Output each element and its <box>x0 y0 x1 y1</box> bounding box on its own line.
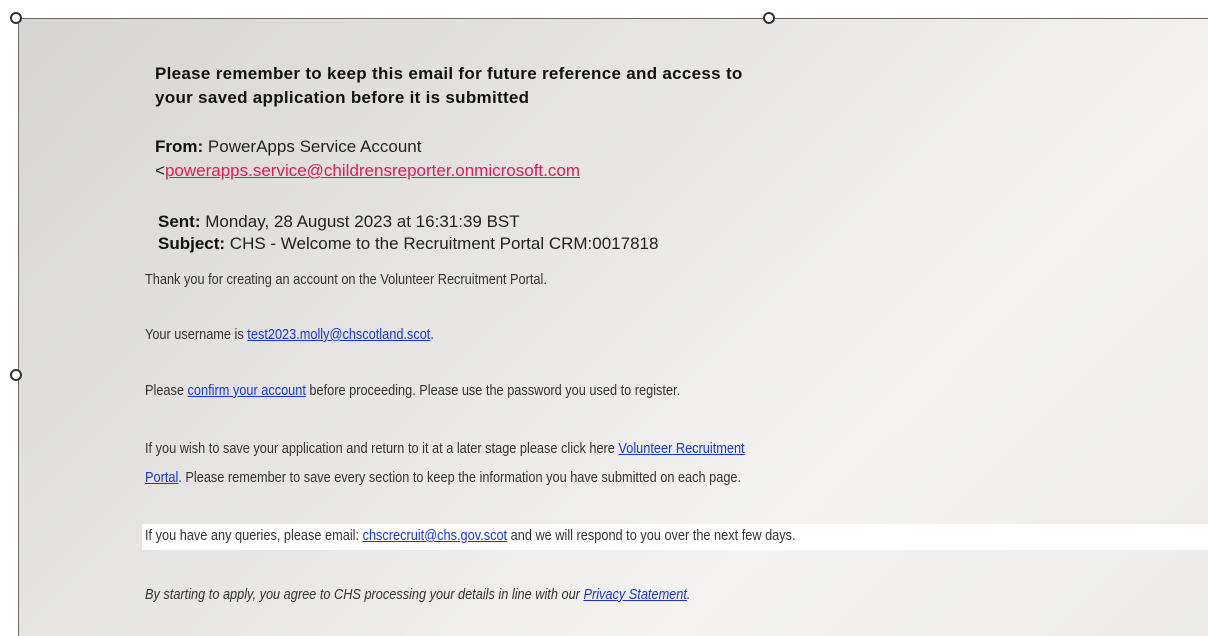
confirm-prefix: Please <box>145 382 188 399</box>
sent-value: Monday, 28 August 2023 at 16:31:39 BST <box>205 212 520 231</box>
notice-line-1: Please remember to keep this email for f… <box>155 64 743 83</box>
username-prefix: Your username is <box>145 326 248 343</box>
queries-prefix: If you have any queries, please email: <box>145 527 363 544</box>
save-row-1: If you wish to save your application and… <box>145 440 745 457</box>
save-suffix: . Please remember to save every section … <box>178 469 742 486</box>
privacy-suffix: . <box>686 586 691 603</box>
from-email-bracket: < <box>155 161 165 180</box>
subject-label: Subject: <box>158 234 226 253</box>
subject-value: CHS - Welcome to the Recruitment Portal … <box>229 234 659 253</box>
from-label: From: <box>155 137 204 156</box>
queries-row: If you have any queries, please email: c… <box>145 527 796 544</box>
sent-row: Sent: Monday, 28 August 2023 at 16:31:39… <box>158 212 520 232</box>
privacy-prefix: By starting to apply, you agree to CHS p… <box>145 586 584 603</box>
volunteer-portal-link-continued[interactable]: Portal <box>145 469 178 486</box>
save-prefix: If you wish to save your application and… <box>145 440 619 457</box>
recruit-email-link[interactable]: chscrecruit@chs.gov.scot <box>363 527 508 544</box>
volunteer-portal-link[interactable]: Volunteer Recruitment <box>618 440 744 457</box>
resize-handle-middle-left[interactable] <box>10 369 22 381</box>
username-suffix: . <box>430 326 434 343</box>
username-link[interactable]: test2023.molly@chscotland.scot <box>247 326 430 343</box>
notice-line-2: your saved application before it is subm… <box>155 88 530 107</box>
resize-handle-top-left[interactable] <box>10 12 22 24</box>
body-thanks: Thank you for creating an account on the… <box>145 271 547 288</box>
resize-handle-top-center[interactable] <box>763 12 775 24</box>
sent-label: Sent: <box>158 212 201 231</box>
frame-top-border <box>18 18 1208 19</box>
username-row: Your username is test2023.molly@chscotla… <box>145 326 434 343</box>
from-row: From: PowerApps Service Account <box>155 137 421 157</box>
subject-row: Subject: CHS - Welcome to the Recruitmen… <box>158 234 658 254</box>
from-email-row: <powerapps.service@childrensreporter.onm… <box>155 161 580 181</box>
queries-suffix: and we will respond to you over the next… <box>507 527 796 544</box>
from-name: PowerApps Service Account <box>207 137 422 156</box>
from-email-link[interactable]: powerapps.service@childrensreporter.onmi… <box>165 161 580 180</box>
privacy-statement-link[interactable]: Privacy Statement <box>583 586 686 603</box>
save-row-2: Portal. Please remember to save every se… <box>145 469 741 486</box>
confirm-account-link[interactable]: confirm your account <box>188 382 306 399</box>
privacy-row: By starting to apply, you agree to CHS p… <box>145 586 690 603</box>
confirm-row: Please confirm your account before proce… <box>145 382 680 399</box>
confirm-suffix: before proceeding. Please use the passwo… <box>305 382 681 399</box>
